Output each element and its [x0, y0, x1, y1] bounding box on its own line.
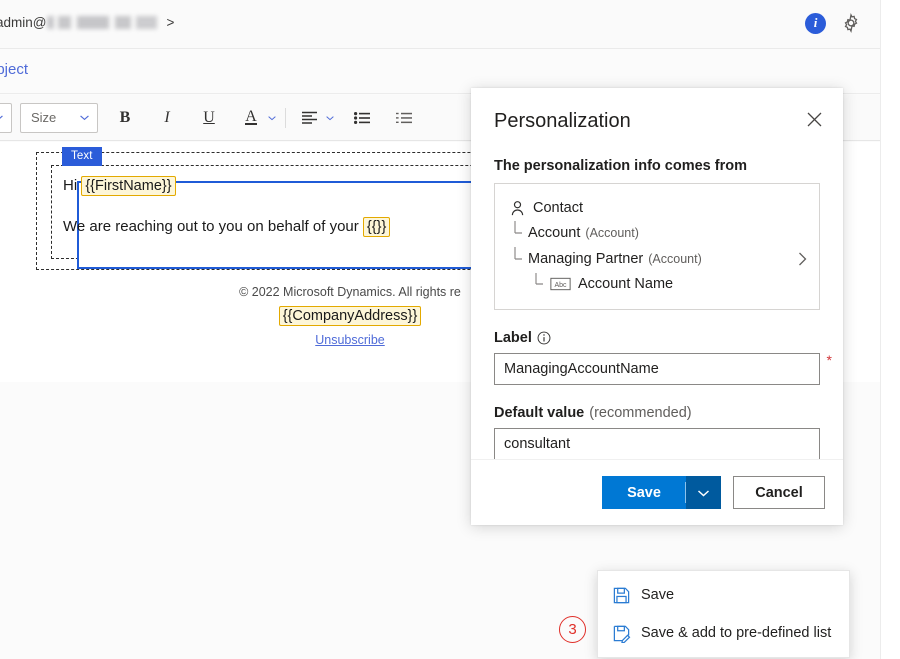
tree-row-contact[interactable]: Contact — [495, 196, 819, 220]
branch-end-icon — [511, 247, 526, 271]
body-line-1-text: Hi — [63, 177, 81, 194]
editor-header-row: admin@ > i — [0, 0, 880, 49]
svg-text:Abc: Abc — [554, 282, 567, 289]
default-value-field-label: Default value (recommended) — [494, 405, 820, 421]
numbered-list-icon — [396, 112, 412, 124]
chevron-down-icon — [0, 114, 4, 121]
default-value-text: Default value — [494, 405, 584, 421]
from-address-suffix: > — [166, 15, 174, 30]
font-family-select[interactable] — [0, 103, 12, 133]
dialog-footer: Save Cancel — [471, 459, 843, 525]
chevron-down-icon[interactable] — [325, 115, 335, 121]
screenshot-root: admin@ > i ubject Size B — [0, 0, 900, 659]
required-asterisk: * — [827, 352, 832, 368]
person-icon — [509, 200, 526, 217]
body-line-2: We are reaching out to you on behalf of … — [63, 218, 390, 235]
font-size-select[interactable]: Size — [20, 103, 98, 133]
personalization-source-tree[interactable]: Contact Account (Account) Managing Partn… — [494, 183, 820, 310]
numbered-list-button[interactable] — [389, 103, 419, 133]
default-value-input[interactable] — [494, 428, 820, 460]
close-button[interactable] — [799, 104, 829, 134]
chevron-down-icon — [697, 489, 710, 497]
bulleted-list-button[interactable] — [347, 103, 377, 133]
menu-item-save-add-predefined[interactable]: Save & add to pre-defined list — [598, 614, 849, 652]
chevron-right-icon[interactable] — [798, 252, 807, 266]
save-dropdown-menu: Save Save & add to pre-defined list — [597, 570, 850, 658]
font-size-value: Size — [31, 110, 56, 125]
label-field-label: Label — [494, 330, 820, 346]
tree-label: Contact — [533, 197, 583, 219]
header-icon-group: i — [805, 12, 862, 34]
font-color-label: A — [245, 110, 257, 125]
default-value-field-wrap — [494, 428, 820, 460]
toolbar-divider — [285, 108, 286, 128]
dialog-title: Personalization — [494, 110, 631, 133]
tree-label: Account Name — [578, 273, 673, 295]
abc-icon: Abc — [550, 277, 571, 291]
page-right-margin — [880, 0, 900, 659]
gear-icon[interactable] — [840, 12, 862, 34]
font-color-button[interactable]: A — [236, 103, 266, 133]
info-circle-icon[interactable] — [537, 331, 551, 345]
label-field-wrap: * — [494, 353, 820, 385]
close-icon — [807, 112, 822, 127]
body-line-2-text: We are reaching out to you on behalf of … — [63, 218, 363, 235]
chevron-down-icon[interactable] — [267, 115, 277, 121]
label-input[interactable] — [494, 353, 820, 385]
personalization-token-firstname[interactable]: {{FirstName}} — [81, 176, 175, 196]
align-left-button[interactable] — [294, 103, 324, 133]
body-line-1: Hi {{FirstName}} — [63, 177, 176, 194]
menu-item-save[interactable]: Save — [598, 576, 849, 614]
personalization-token-companyaddress[interactable]: {{CompanyAddress}} — [279, 306, 422, 326]
align-left-icon — [301, 111, 318, 124]
tree-label: Managing Partner — [528, 248, 643, 270]
underline-button[interactable]: U — [194, 103, 224, 133]
from-address: admin@ > — [0, 15, 174, 30]
tree-entity: (Account) — [648, 248, 702, 270]
save-button[interactable]: Save — [602, 476, 686, 509]
save-dropdown-toggle[interactable] — [686, 476, 721, 509]
branch-end-icon — [533, 273, 546, 295]
personalization-token-empty[interactable]: {{}} — [363, 217, 390, 237]
menu-item-label: Save — [641, 587, 674, 603]
tree-label: Account — [528, 222, 580, 244]
menu-item-label: Save & add to pre-defined list — [641, 625, 831, 641]
step-annotation-3: 3 — [559, 616, 586, 643]
from-address-prefix: admin@ — [0, 15, 46, 30]
redacted-domain — [47, 16, 165, 29]
info-icon[interactable]: i — [805, 13, 826, 34]
floppy-disk-icon — [612, 586, 631, 605]
tree-row-managing-partner[interactable]: Managing Partner (Account) — [495, 246, 819, 272]
bold-button[interactable]: B — [110, 103, 140, 133]
dialog-body: The personalization info comes from Cont… — [471, 158, 843, 500]
tree-row-account[interactable]: Account (Account) — [495, 220, 819, 246]
subject-label[interactable]: ubject — [0, 61, 28, 78]
save-split-button[interactable]: Save — [602, 476, 721, 509]
bulleted-list-icon — [354, 112, 370, 124]
block-type-badge: Text — [62, 147, 102, 166]
source-section-label: The personalization info comes from — [494, 158, 820, 174]
tree-row-account-name[interactable]: Abc Account Name — [495, 272, 819, 296]
save-add-icon — [612, 624, 631, 643]
default-value-suffix: (recommended) — [589, 405, 691, 421]
label-field-text: Label — [494, 330, 532, 346]
branch-tee-icon — [511, 221, 526, 245]
chevron-down-icon — [79, 114, 90, 121]
tree-entity: (Account) — [585, 222, 639, 244]
personalization-dialog: Personalization The personalization info… — [471, 88, 843, 525]
cancel-button[interactable]: Cancel — [733, 476, 825, 509]
italic-button[interactable]: I — [152, 103, 182, 133]
